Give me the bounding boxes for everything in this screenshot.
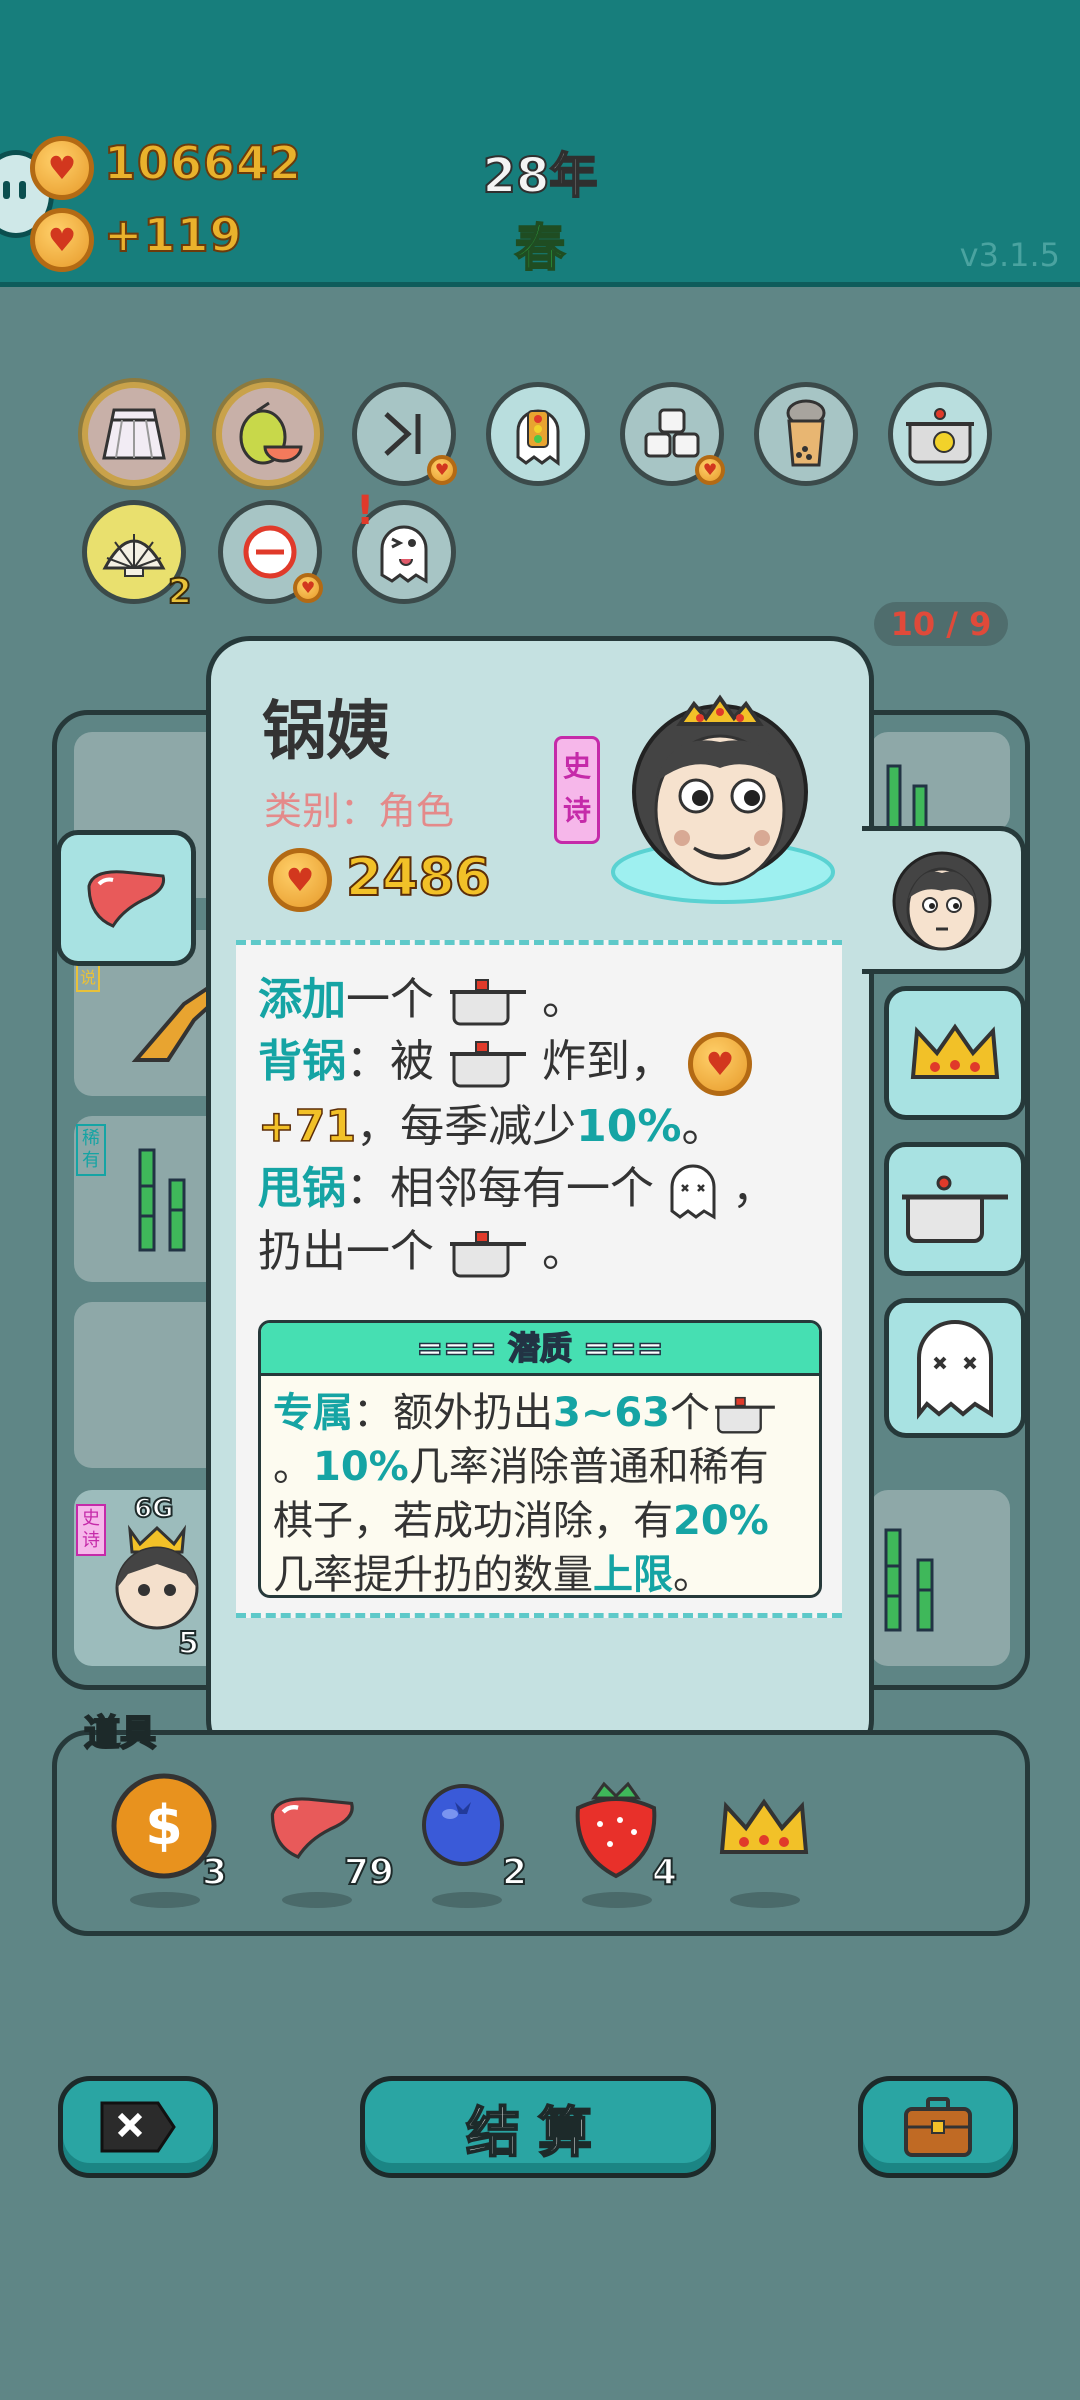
bonus-value: +71 (257, 1100, 357, 1153)
traffic-light-ghost-icon[interactable] (486, 382, 590, 486)
coin-badge-icon: ♥ (695, 455, 725, 485)
cell-label: 6G (133, 1493, 174, 1525)
alert-icon: ! (356, 488, 375, 534)
dead-ghost-icon (670, 1164, 716, 1220)
keyword-carry-pot: 背锅 (258, 1036, 346, 1087)
inventory-button[interactable] (858, 2076, 1018, 2178)
liver-tab[interactable] (56, 830, 196, 966)
item-count: 79 (343, 1851, 395, 1894)
potential-text: 专属：额外扔出3~63个。10%几率消除普通和稀有棋子，若成功消除，有20%几率… (261, 1376, 819, 1595)
coin-badge-icon: ♥ (293, 573, 323, 603)
minus-icon[interactable]: ♥ (218, 500, 323, 604)
item-shadow (730, 1892, 800, 1908)
pressure-cooker-icon (450, 1041, 526, 1088)
items-label: 道具 (83, 1712, 157, 1755)
blueberry-icon[interactable] (420, 1782, 506, 1872)
coin-badge-icon: ♥ (427, 455, 457, 485)
version-label: v3.1.5 (959, 236, 1060, 274)
coin-icon: ♥ (30, 136, 94, 200)
card-category: 类别：角色 (264, 789, 455, 833)
item-shadow (282, 1892, 352, 1908)
close-button[interactable] (58, 2076, 218, 2178)
svg-text:$: $ (145, 1794, 183, 1857)
pressure-cooker-icon (715, 1396, 775, 1434)
strawberry-icon[interactable] (568, 1776, 664, 1884)
pressure-cooker-tab[interactable] (884, 1142, 1026, 1276)
close-icon (100, 2101, 176, 2153)
item-count: 3 (201, 1851, 228, 1894)
item-shadow (582, 1892, 652, 1908)
skirt-icon[interactable] (82, 382, 186, 486)
card-title: 锅姨 (262, 695, 390, 769)
season-label: 春 (514, 218, 566, 278)
dead-ghost-tab[interactable] (884, 1298, 1026, 1438)
briefcase-icon (904, 2097, 972, 2157)
card-price: 2486 (345, 847, 492, 909)
item-count: 4 (651, 1851, 678, 1894)
rarity-tag: 稀有 (76, 1124, 106, 1176)
crown-tab[interactable] (884, 986, 1026, 1120)
keyword-throw-pot: 甩锅 (258, 1163, 346, 1214)
cell-count: 5 (177, 1625, 200, 1662)
item-shadow (130, 1892, 200, 1908)
description-text: 添加一个 。 背锅：被 炸到， ♥ +71，每季减少10%。 甩锅：相邻每有一个… (257, 969, 818, 1283)
rarity-badge: 史诗 (554, 736, 600, 844)
pressure-cooker-icon (450, 1231, 526, 1278)
potential-panel: === 潜质 === 专属：额外扔出3~63个。10%几率消除普通和稀有棋子，若… (258, 1320, 822, 1598)
year-label: 28年 (482, 147, 599, 205)
bamboo-icon (138, 1148, 186, 1252)
coin-total: 106642 (103, 135, 303, 191)
keyword-add: 添加 (258, 974, 346, 1025)
settle-label: 结算 (465, 2100, 610, 2165)
potential-title: === 潜质 === (261, 1323, 819, 1376)
pomelo-icon[interactable] (216, 382, 320, 486)
board-counter: 10 / 9 (874, 602, 1008, 646)
bubble-tea-icon[interactable] (754, 382, 858, 486)
sugar-cubes-icon[interactable]: ♥ (620, 382, 725, 486)
portrait-tab[interactable] (862, 826, 1026, 974)
pressure-cooker-icon (450, 979, 526, 1026)
pot-auntie-face-icon (115, 1524, 199, 1630)
pot-auntie-portrait-icon (611, 694, 835, 904)
skip-icon[interactable]: ♥ (352, 382, 457, 486)
price-coin-icon: ♥ (268, 848, 332, 912)
bamboo-icon (884, 1528, 934, 1632)
duck-pot-icon[interactable] (888, 382, 992, 486)
settle-button[interactable]: 结算 (360, 2076, 716, 2178)
income-coin-icon: ♥ (30, 208, 94, 272)
crown-icon[interactable] (714, 1796, 814, 1864)
item-count: 2 (501, 1851, 528, 1894)
shell-count: 2 (167, 571, 193, 613)
coin-icon: ♥ (688, 1032, 752, 1096)
item-shadow (432, 1892, 502, 1908)
coin-income: +119 (103, 207, 243, 263)
